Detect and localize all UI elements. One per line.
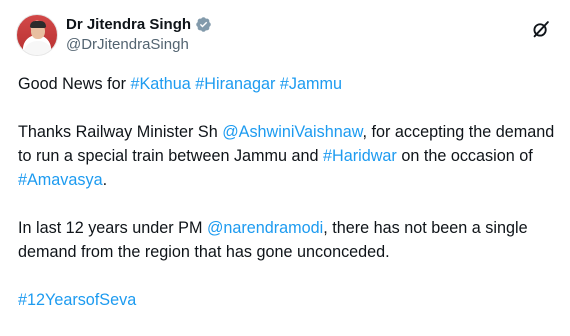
hashtag-link[interactable]: #Haridwar	[323, 147, 397, 165]
hashtag-link[interactable]: #Jammu	[280, 75, 342, 93]
tweet-paragraph-3: In last 12 years under PM @narendramodi,…	[18, 216, 558, 264]
hashtag-link[interactable]: #Amavasya	[18, 171, 103, 189]
tweet-paragraph-2: Thanks Railway Minister Sh @AshwiniVaish…	[18, 120, 558, 192]
hashtag-link[interactable]: #Kathua	[130, 75, 190, 93]
author-handle[interactable]: @DrJitendraSingh	[66, 35, 212, 55]
grok-icon[interactable]	[530, 18, 552, 40]
text-segment: Good News for	[18, 75, 131, 93]
mention-link[interactable]: @narendramodi	[207, 219, 323, 237]
verified-badge-icon	[196, 17, 211, 32]
text-segment: In last 12 years under PM	[18, 219, 207, 237]
tweet-paragraph-1: Good News for #Kathua #Hiranagar #Jammu	[18, 72, 558, 96]
tweet-text: Good News for #Kathua #Hiranagar #Jammu …	[18, 72, 558, 336]
text-segment: on the occasion of	[396, 147, 533, 165]
text-segment: .	[102, 171, 108, 189]
hashtag-link[interactable]: #12YearsofSeva	[18, 291, 136, 309]
hashtag-link[interactable]: #Hiranagar	[195, 75, 275, 93]
tweet-paragraph-4: #12YearsofSeva	[18, 288, 558, 312]
author-name[interactable]: Dr Jitendra Singh	[66, 15, 191, 34]
avatar-shirt	[23, 41, 53, 55]
tweet-header: Dr Jitendra Singh @DrJitendraSingh	[14, 12, 556, 60]
author-name-row[interactable]: Dr Jitendra Singh	[66, 15, 212, 34]
avatar[interactable]	[16, 14, 58, 56]
author-block: Dr Jitendra Singh @DrJitendraSingh	[66, 15, 212, 55]
text-segment: Thanks Railway Minister Sh	[18, 123, 223, 141]
avatar-hair	[30, 21, 46, 28]
mention-link[interactable]: @AshwiniVaishnaw	[222, 123, 362, 141]
